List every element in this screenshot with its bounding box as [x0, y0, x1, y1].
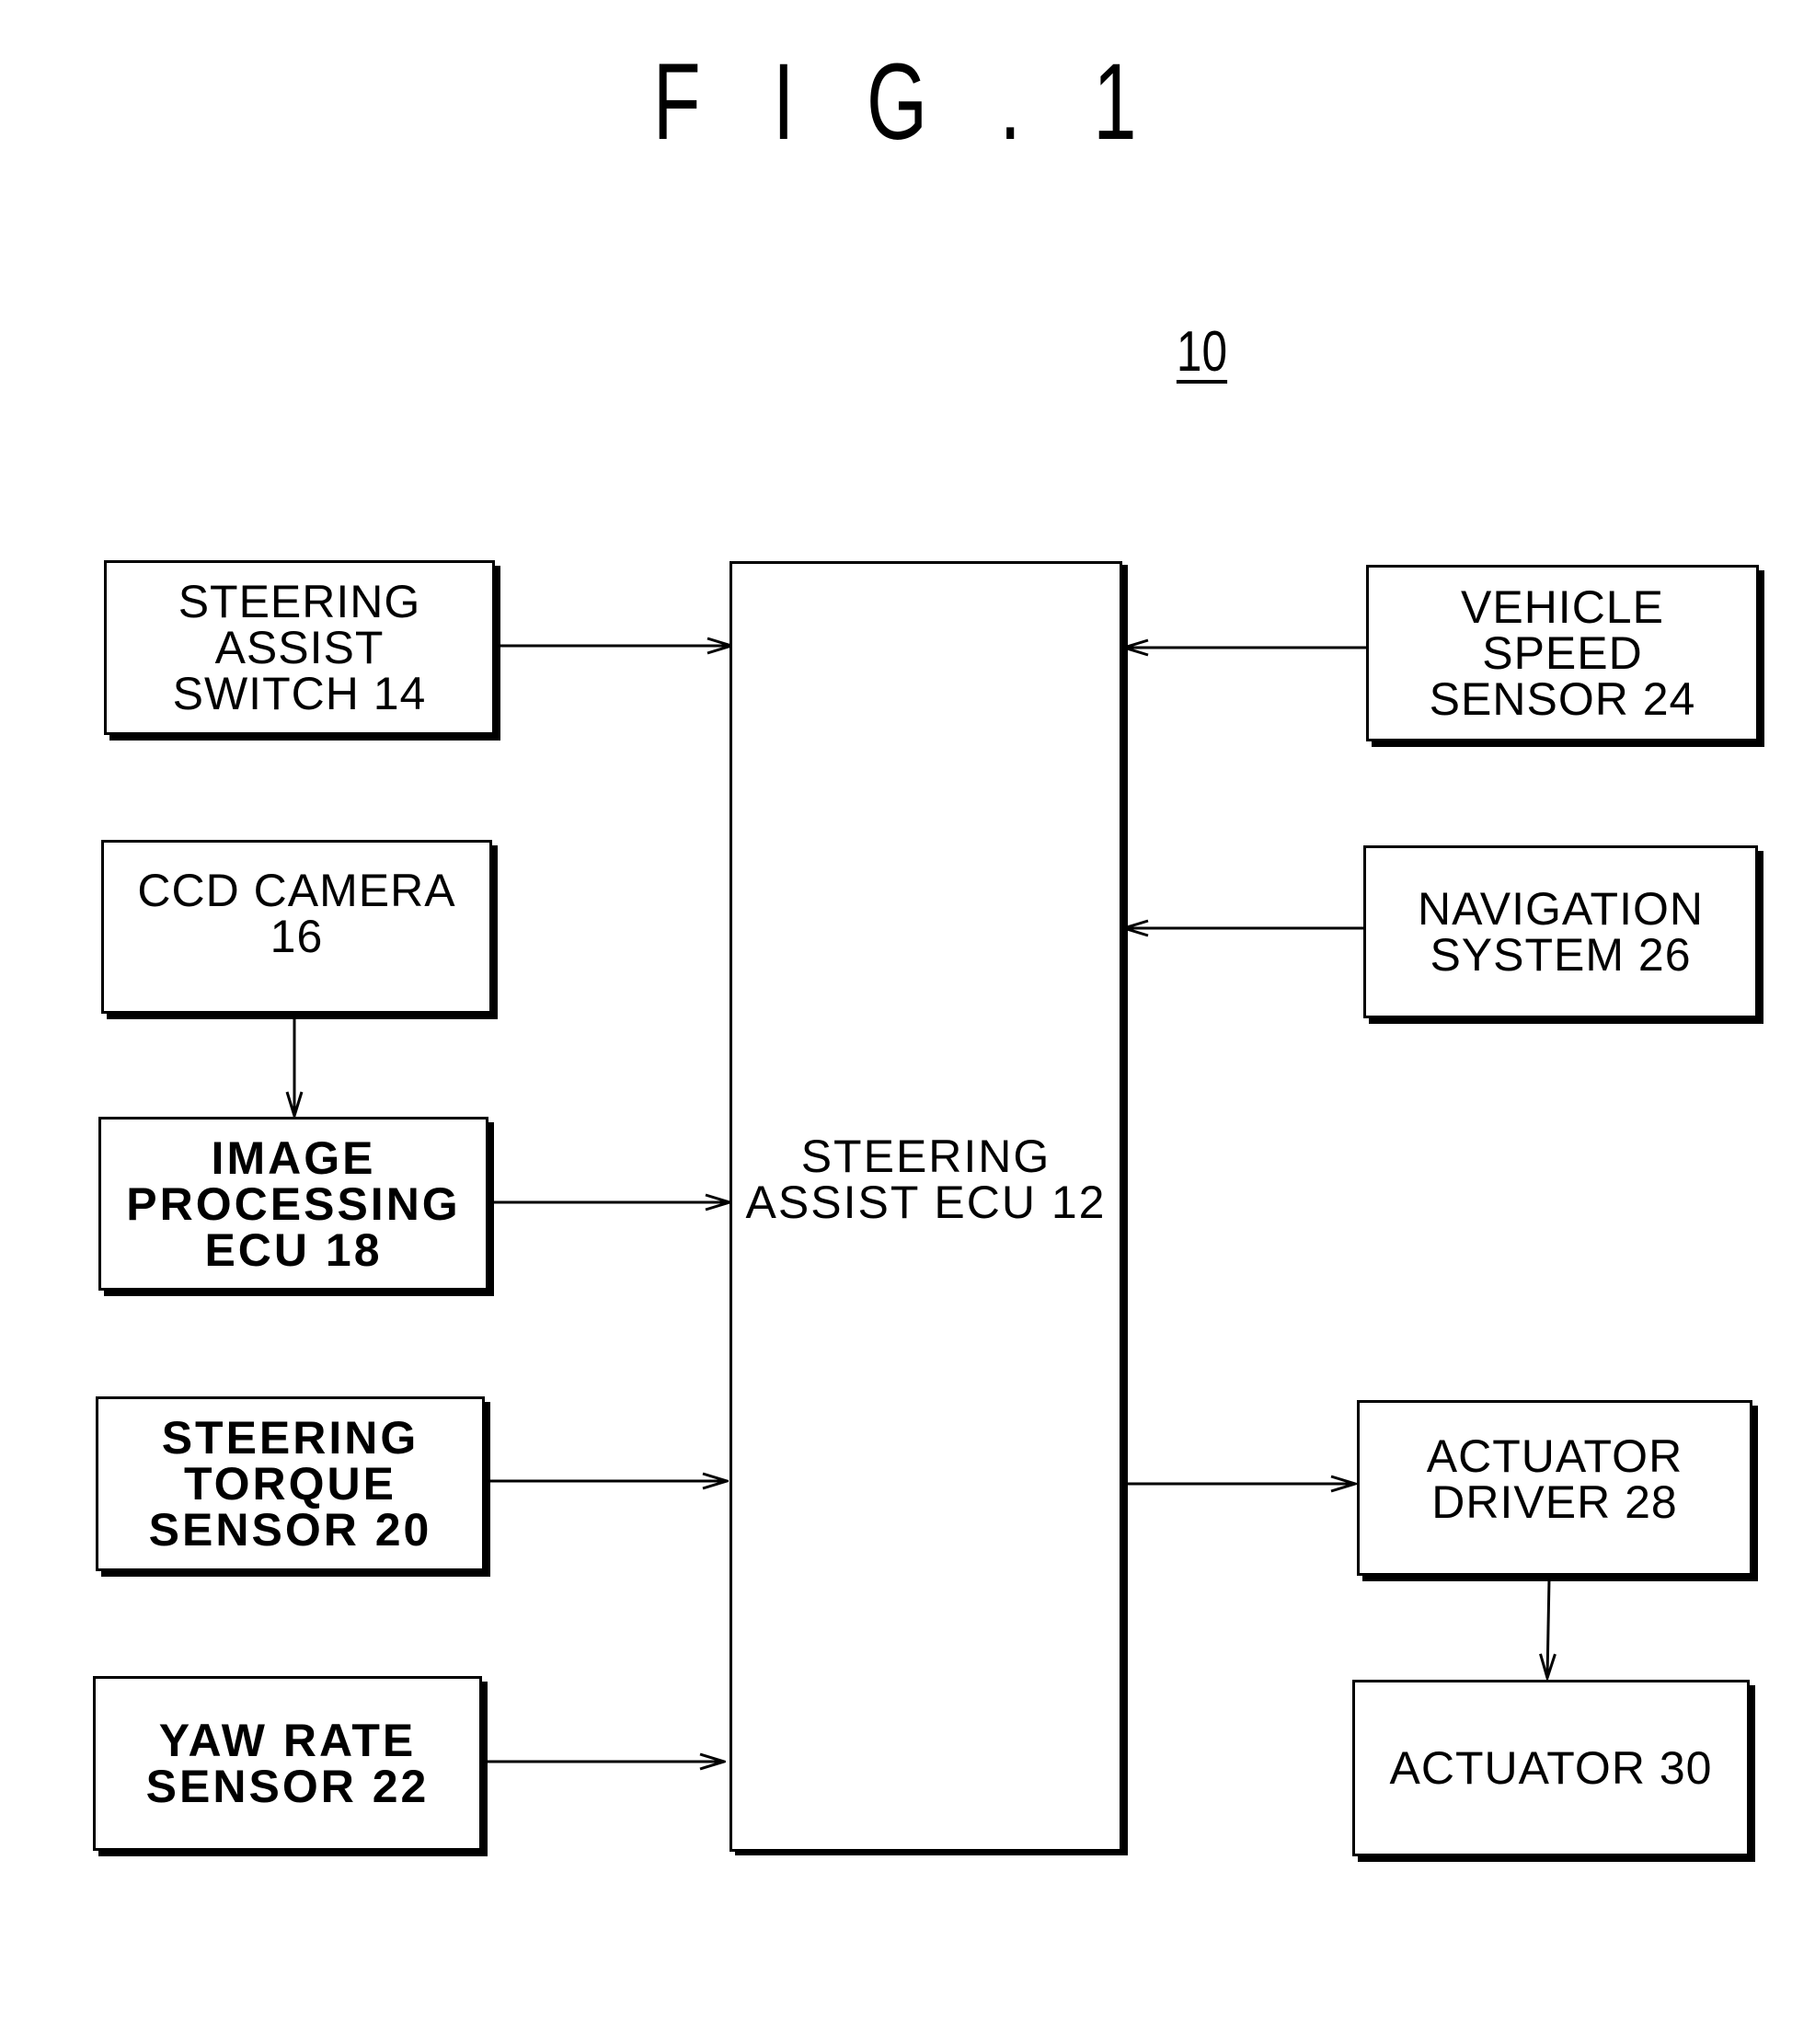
- block-actuator-driver: ACTUATOR DRIVER 28: [1357, 1400, 1752, 1576]
- block-actuator: ACTUATOR 30: [1352, 1680, 1750, 1856]
- block-label: IMAGE PROCESSING ECU 18: [126, 1131, 461, 1276]
- block-label: ACTUATOR 30: [1389, 1742, 1713, 1794]
- block-label: STEERING TORQUE SENSOR 20: [148, 1412, 432, 1556]
- block-vehicle-speed-sensor: VEHICLE SPEED SENSOR 24: [1366, 565, 1759, 741]
- block-label: STEERING ASSIST SWITCH 14: [172, 576, 427, 719]
- block-label: STEERING ASSIST ECU 12: [745, 1130, 1107, 1228]
- block-label: CCD CAMERA 16: [137, 864, 456, 962]
- block-ccd-camera: CCD CAMERA 16: [101, 840, 492, 1014]
- block-label: YAW RATE SENSOR 22: [145, 1715, 430, 1812]
- block-label: ACTUATOR DRIVER 28: [1426, 1430, 1683, 1528]
- block-steering-assist-switch: STEERING ASSIST SWITCH 14: [104, 560, 495, 735]
- arrow-driver-to-actuator: [1547, 1578, 1549, 1678]
- block-navigation-system: NAVIGATION SYSTEM 26: [1363, 845, 1758, 1018]
- block-steering-assist-ecu: STEERING ASSIST ECU 12: [729, 561, 1122, 1852]
- block-label: VEHICLE SPEED SENSOR 24: [1429, 581, 1696, 725]
- block-label: NAVIGATION SYSTEM 26: [1418, 883, 1704, 981]
- block-steering-torque-sensor: STEERING TORQUE SENSOR 20: [96, 1396, 485, 1571]
- block-image-processing-ecu: IMAGE PROCESSING ECU 18: [98, 1117, 488, 1291]
- block-yaw-rate-sensor: YAW RATE SENSOR 22: [93, 1676, 482, 1851]
